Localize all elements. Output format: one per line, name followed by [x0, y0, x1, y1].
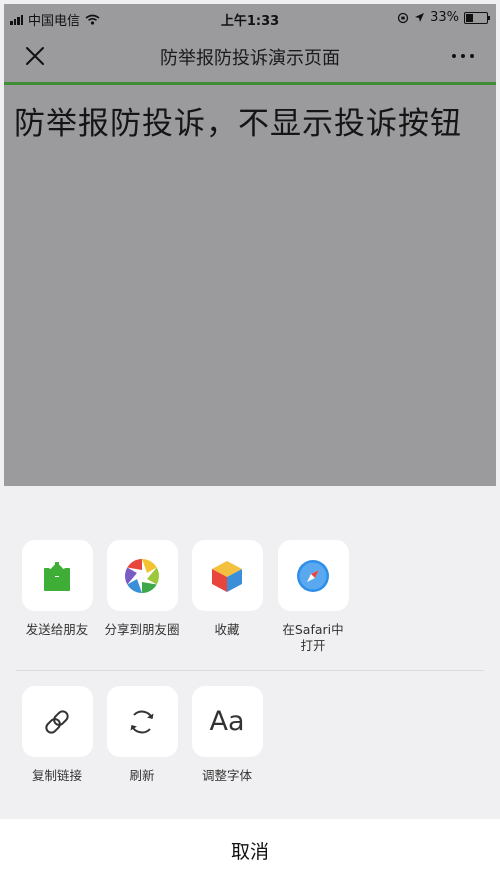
orientation-lock-icon	[397, 12, 409, 23]
link-icon	[45, 709, 69, 734]
share-action-sheet: 发送给朋友 分享到朋友圈 收藏 在Safari中打开 复制链接 刷新 Aa 调整…	[0, 486, 500, 881]
open-in-safari-button[interactable]: 在Safari中打开	[270, 540, 356, 654]
copy-link-button[interactable]: 复制链接	[14, 686, 100, 784]
battery-percent: 33%	[430, 10, 459, 25]
moments-icon	[125, 558, 159, 593]
battery-icon	[464, 11, 490, 24]
more-icon[interactable]	[452, 54, 474, 58]
dimmed-web-page: 中国电信 上午1:33 33% 防举报防投诉演示页面 防举报防投诉，不显示投诉按…	[4, 4, 496, 486]
safari-icon	[297, 559, 329, 592]
adjust-font-tile[interactable]: Aa	[191, 686, 263, 757]
moments-label: 分享到朋友圈	[104, 622, 180, 637]
refresh-tile[interactable]	[106, 686, 178, 757]
copy-link-label: 复制链接	[31, 768, 82, 783]
favorite-button[interactable]: 收藏	[184, 540, 270, 638]
favorite-tile[interactable]	[191, 540, 263, 611]
favorite-label: 收藏	[214, 622, 240, 637]
page-heading: 防举报防投诉，不显示投诉按钮	[14, 106, 462, 142]
refresh-label: 刷新	[129, 768, 155, 783]
moments-button[interactable]: 分享到朋友圈	[99, 540, 185, 638]
send-to-friend-button[interactable]: 发送给朋友	[14, 540, 100, 638]
wechat-webview-screen: 中国电信 上午1:33 33% 防举报防投诉演示页面 防举报防投诉，不显示投诉按…	[0, 0, 500, 881]
status-bar: 中国电信 上午1:33 33%	[4, 4, 496, 32]
send-to-friend-tile[interactable]	[21, 540, 93, 611]
location-icon	[415, 13, 425, 22]
load-progress-bar	[4, 82, 496, 85]
close-icon[interactable]	[24, 45, 46, 67]
cancel-button[interactable]: 取消	[0, 819, 500, 881]
adjust-font-label: 调整字体	[201, 768, 252, 783]
nav-bar: 防举报防投诉演示页面	[4, 32, 496, 82]
open-in-safari-tile[interactable]	[277, 540, 349, 611]
open-in-safari-label: 在Safari中打开	[282, 622, 344, 653]
row-divider	[16, 670, 484, 671]
refresh-button[interactable]: 刷新	[99, 686, 185, 784]
send-to-friend-icon	[44, 560, 70, 591]
refresh-icon	[130, 710, 154, 733]
adjust-font-button[interactable]: Aa 调整字体	[184, 686, 270, 784]
favorite-icon	[212, 560, 242, 592]
font-icon: Aa	[209, 706, 245, 737]
page-title: 防举报防投诉演示页面	[160, 48, 340, 69]
status-right: 33%	[397, 10, 490, 25]
moments-tile[interactable]	[106, 540, 178, 611]
copy-link-tile[interactable]	[21, 686, 93, 757]
send-to-friend-label: 发送给朋友	[25, 622, 89, 637]
